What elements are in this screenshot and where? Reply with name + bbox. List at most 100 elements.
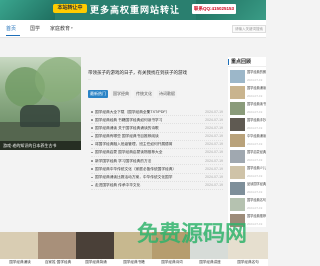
list-item-date: 2024-07-19 xyxy=(205,117,223,122)
list-item[interactable]: 国学经典有哪些 国学经典书目推荐阅读 2024-07-19 xyxy=(91,133,223,141)
top-banner[interactable]: 本站转让中 更多高权重网站转让 联系QQ:415025153 xyxy=(0,0,266,20)
list-item-title[interactable]: 新学国学经典 学习国学经典的方法 xyxy=(95,159,195,164)
gallery-card-caption[interactable]: 国学经典诗词 xyxy=(152,259,192,266)
sidebar-thumbnail[interactable] xyxy=(230,150,245,163)
gallery-card-caption[interactable]: 百家姓·国学经典 xyxy=(38,259,78,266)
sidebar-item-title[interactable]: 国学经典名句大全 xyxy=(247,198,266,202)
gallery-card-caption[interactable]: 国学经典讲座 xyxy=(190,259,230,266)
sidebar-item-title[interactable]: 品读国学经典 xyxy=(247,182,266,186)
sidebar-thumbnail[interactable] xyxy=(230,134,245,147)
gallery-card-image[interactable] xyxy=(228,232,268,260)
featured-topic[interactable]: 带领孩子的游戏的日子，有关我找在到孩子的游戏 … xyxy=(88,70,223,82)
gallery-card-image[interactable] xyxy=(76,232,116,260)
list-item[interactable]: 国学经典中华传统文化（家庭必备传统国学经典） 2024-07-19 xyxy=(91,165,223,174)
chevron-down-icon[interactable]: ▾ xyxy=(71,26,73,30)
list-item-date: 2024-07-19 xyxy=(205,183,223,188)
banner-qq-contact[interactable]: 联系QQ:415025153 xyxy=(192,4,236,14)
list-item-title[interactable]: 将国学经典融入班级管理，班主任如何开展德育 xyxy=(95,142,195,147)
tab-culture[interactable]: 传统文化 xyxy=(134,90,154,98)
list-item-title[interactable]: 国学经典有哪些 国学经典书目推荐阅读 xyxy=(95,134,195,139)
hero-image[interactable]: 游戏·老的知识的日本养生古书 xyxy=(0,57,81,150)
list-item-date: 2024-07-19 xyxy=(205,175,223,179)
sidebar-highlights: 重点回顾 国学经典的朗读 2024-07-19 国学经典诵读比赛 2024-07-19… xyxy=(228,57,266,227)
list-item-title[interactable]: 国学经典启蒙 国学经典启蒙读物推荐大全 xyxy=(95,150,195,155)
gallery-card-image[interactable] xyxy=(114,232,154,260)
list-item[interactable]: 国学经典大全下载（国学经典全集TXT/PDF） 2024-07-19 xyxy=(91,108,223,117)
list-item-title[interactable]: 走进国学经典 传承中华文化 xyxy=(95,183,195,188)
sidebar-thumbnail[interactable] xyxy=(230,214,245,227)
sidebar-item[interactable]: 品读国学经典 2024-07-19 xyxy=(230,181,266,197)
list-item-title[interactable]: 国学经典中华传统文化（家庭必备传统国学经典） xyxy=(95,167,195,172)
gallery-card-image[interactable] xyxy=(0,232,40,260)
sidebar-thumbnail[interactable] xyxy=(230,70,245,83)
gallery-card[interactable]: 国学经典书籍 xyxy=(114,232,154,266)
sidebar-item[interactable]: 国学经典读书笔记 2024-07-19 xyxy=(230,101,266,117)
sidebar-item[interactable]: 国学经典少儿读本 2024-07-19 xyxy=(230,165,266,181)
gallery-card-image[interactable] xyxy=(152,232,192,260)
sidebar-item[interactable]: 国学经典的朗读 2024-07-19 xyxy=(230,69,266,85)
sidebar-item[interactable]: 国学经典诵读比赛 2024-07-19 xyxy=(230,85,266,101)
gallery-card-image[interactable] xyxy=(190,232,230,260)
sidebar-thumbnail[interactable] xyxy=(230,166,245,179)
sidebar-item-title[interactable]: 中华经典诵读 xyxy=(247,134,266,138)
bottom-gallery: 国学经典诵读 百家姓·国学经典 国学经典背诵 国学经典书籍 国学经典诗词 国学经典讲座 国学… xyxy=(0,232,268,266)
bullet-icon xyxy=(91,111,93,113)
list-item[interactable]: 国学经典诵读比赛活动方案，中华传统文化国学 2024-07-19 xyxy=(91,174,223,182)
nav-item-family-edu[interactable]: 家庭教育 xyxy=(50,25,70,32)
nav-item-guoxue[interactable]: 国学 xyxy=(30,25,40,32)
sidebar-item-date: 2024-07-19 xyxy=(247,190,263,194)
gallery-card[interactable]: 国学经典讲座 xyxy=(190,232,230,266)
sidebar-item[interactable]: 国学经典名句大全 2024-07-19 xyxy=(230,197,266,213)
sidebar-thumbnail[interactable] xyxy=(230,182,245,195)
list-item[interactable]: 将国学经典融入班级管理，班主任如何开展德育 2024-07-19 xyxy=(91,141,223,149)
sidebar-item-title[interactable]: 国学经典的朗读 xyxy=(247,70,266,74)
list-item[interactable]: 国学经典经典 书籍国学经典如何读书学习 2024-07-19 xyxy=(91,116,223,125)
nav-item-home[interactable]: 首页 xyxy=(6,25,16,32)
gallery-card[interactable]: 国学经典诗词 xyxy=(152,232,192,266)
list-item[interactable]: 新学国学经典 学习国学经典的方法 2024-07-19 xyxy=(91,157,223,166)
sidebar-thumbnail[interactable] xyxy=(230,198,245,211)
nav-active-indicator xyxy=(6,35,20,36)
sidebar-item[interactable]: 中华经典诵读 2024-07-19 xyxy=(230,133,266,149)
sidebar-item-date: 2024-07-19 xyxy=(247,206,263,210)
gallery-card-caption[interactable]: 国学经典诵读 xyxy=(0,259,40,266)
list-item[interactable]: 国学经典诵读 关于国学经典诵读的诗歌 2024-07-19 xyxy=(91,124,223,133)
tab-poetry[interactable]: 诗词歌赋 xyxy=(157,90,177,98)
sidebar-thumbnail[interactable] xyxy=(230,86,245,99)
list-item-title[interactable]: 国学经典诵读 关于国学经典诵读的诗歌 xyxy=(95,126,195,131)
gallery-card-caption[interactable]: 国学经典名句 xyxy=(228,259,268,266)
search-input[interactable]: 请输入关键词搜索 xyxy=(232,25,266,33)
sidebar-item-title[interactable]: 国学启蒙经典 xyxy=(247,150,266,154)
sidebar-item-title[interactable]: 国学经典少儿读本 xyxy=(247,166,266,170)
gallery-card-image[interactable] xyxy=(38,232,78,260)
gallery-card-caption[interactable]: 国学经典书籍 xyxy=(114,259,154,266)
list-item-title[interactable]: 国学经典诵读比赛活动方案，中华传统文化国学 xyxy=(95,175,195,180)
hero-caption[interactable]: 游戏·老的知识的日本养生古书 xyxy=(0,141,81,150)
tab-classics[interactable]: 国学经典 xyxy=(111,90,131,98)
gallery-card[interactable]: 国学经典名句 xyxy=(228,232,268,266)
tab-latest[interactable]: 最新热门 xyxy=(88,90,108,98)
sidebar-item-title[interactable]: 国学经典诵读比赛 xyxy=(247,86,266,90)
sidebar-heading: 重点回顾 xyxy=(228,57,266,67)
sidebar-item-date: 2024-07-19 xyxy=(247,174,263,178)
sidebar-item-date: 2024-07-19 xyxy=(247,222,263,226)
list-item[interactable]: 走进国学经典 传承中华文化 2024-07-19 xyxy=(91,182,223,190)
sidebar-item[interactable]: 国学经典推荐 2024-07-19 xyxy=(230,213,266,229)
sidebar-item[interactable]: 国学启蒙经典 2024-07-19 xyxy=(230,149,266,165)
sidebar-thumbnail[interactable] xyxy=(230,102,245,115)
list-item[interactable]: 国学经典启蒙 国学经典启蒙读物推荐大全 2024-07-19 xyxy=(91,149,223,158)
gallery-card[interactable]: 国学经典诵读 xyxy=(0,232,40,266)
list-item-date: 2024-07-19 xyxy=(205,125,223,130)
gallery-card-caption[interactable]: 国学经典背诵 xyxy=(76,259,116,266)
sidebar-thumbnail[interactable] xyxy=(230,118,245,131)
sidebar-item-title[interactable]: 国学经典手抄报 xyxy=(247,118,266,122)
sidebar-item-title[interactable]: 国学经典读书笔记 xyxy=(247,102,266,106)
gallery-card[interactable]: 百家姓·国学经典 xyxy=(38,232,78,266)
sidebar-item[interactable]: 国学经典手抄报 2024-07-19 xyxy=(230,117,266,133)
gallery-card[interactable]: 国学经典背诵 xyxy=(76,232,116,266)
list-item-title[interactable]: 国学经典经典 书籍国学经典如何读书学习 xyxy=(95,118,195,123)
sidebar-item-title[interactable]: 国学经典推荐 xyxy=(247,214,266,218)
sidebar-item-date: 2024-07-19 xyxy=(247,142,263,146)
list-item-title[interactable]: 国学经典大全下载（国学经典全集TXT/PDF） xyxy=(95,110,195,115)
main-nav: 首页 国学 家庭教育 ▾ 请输入关键词搜索 xyxy=(0,20,266,38)
